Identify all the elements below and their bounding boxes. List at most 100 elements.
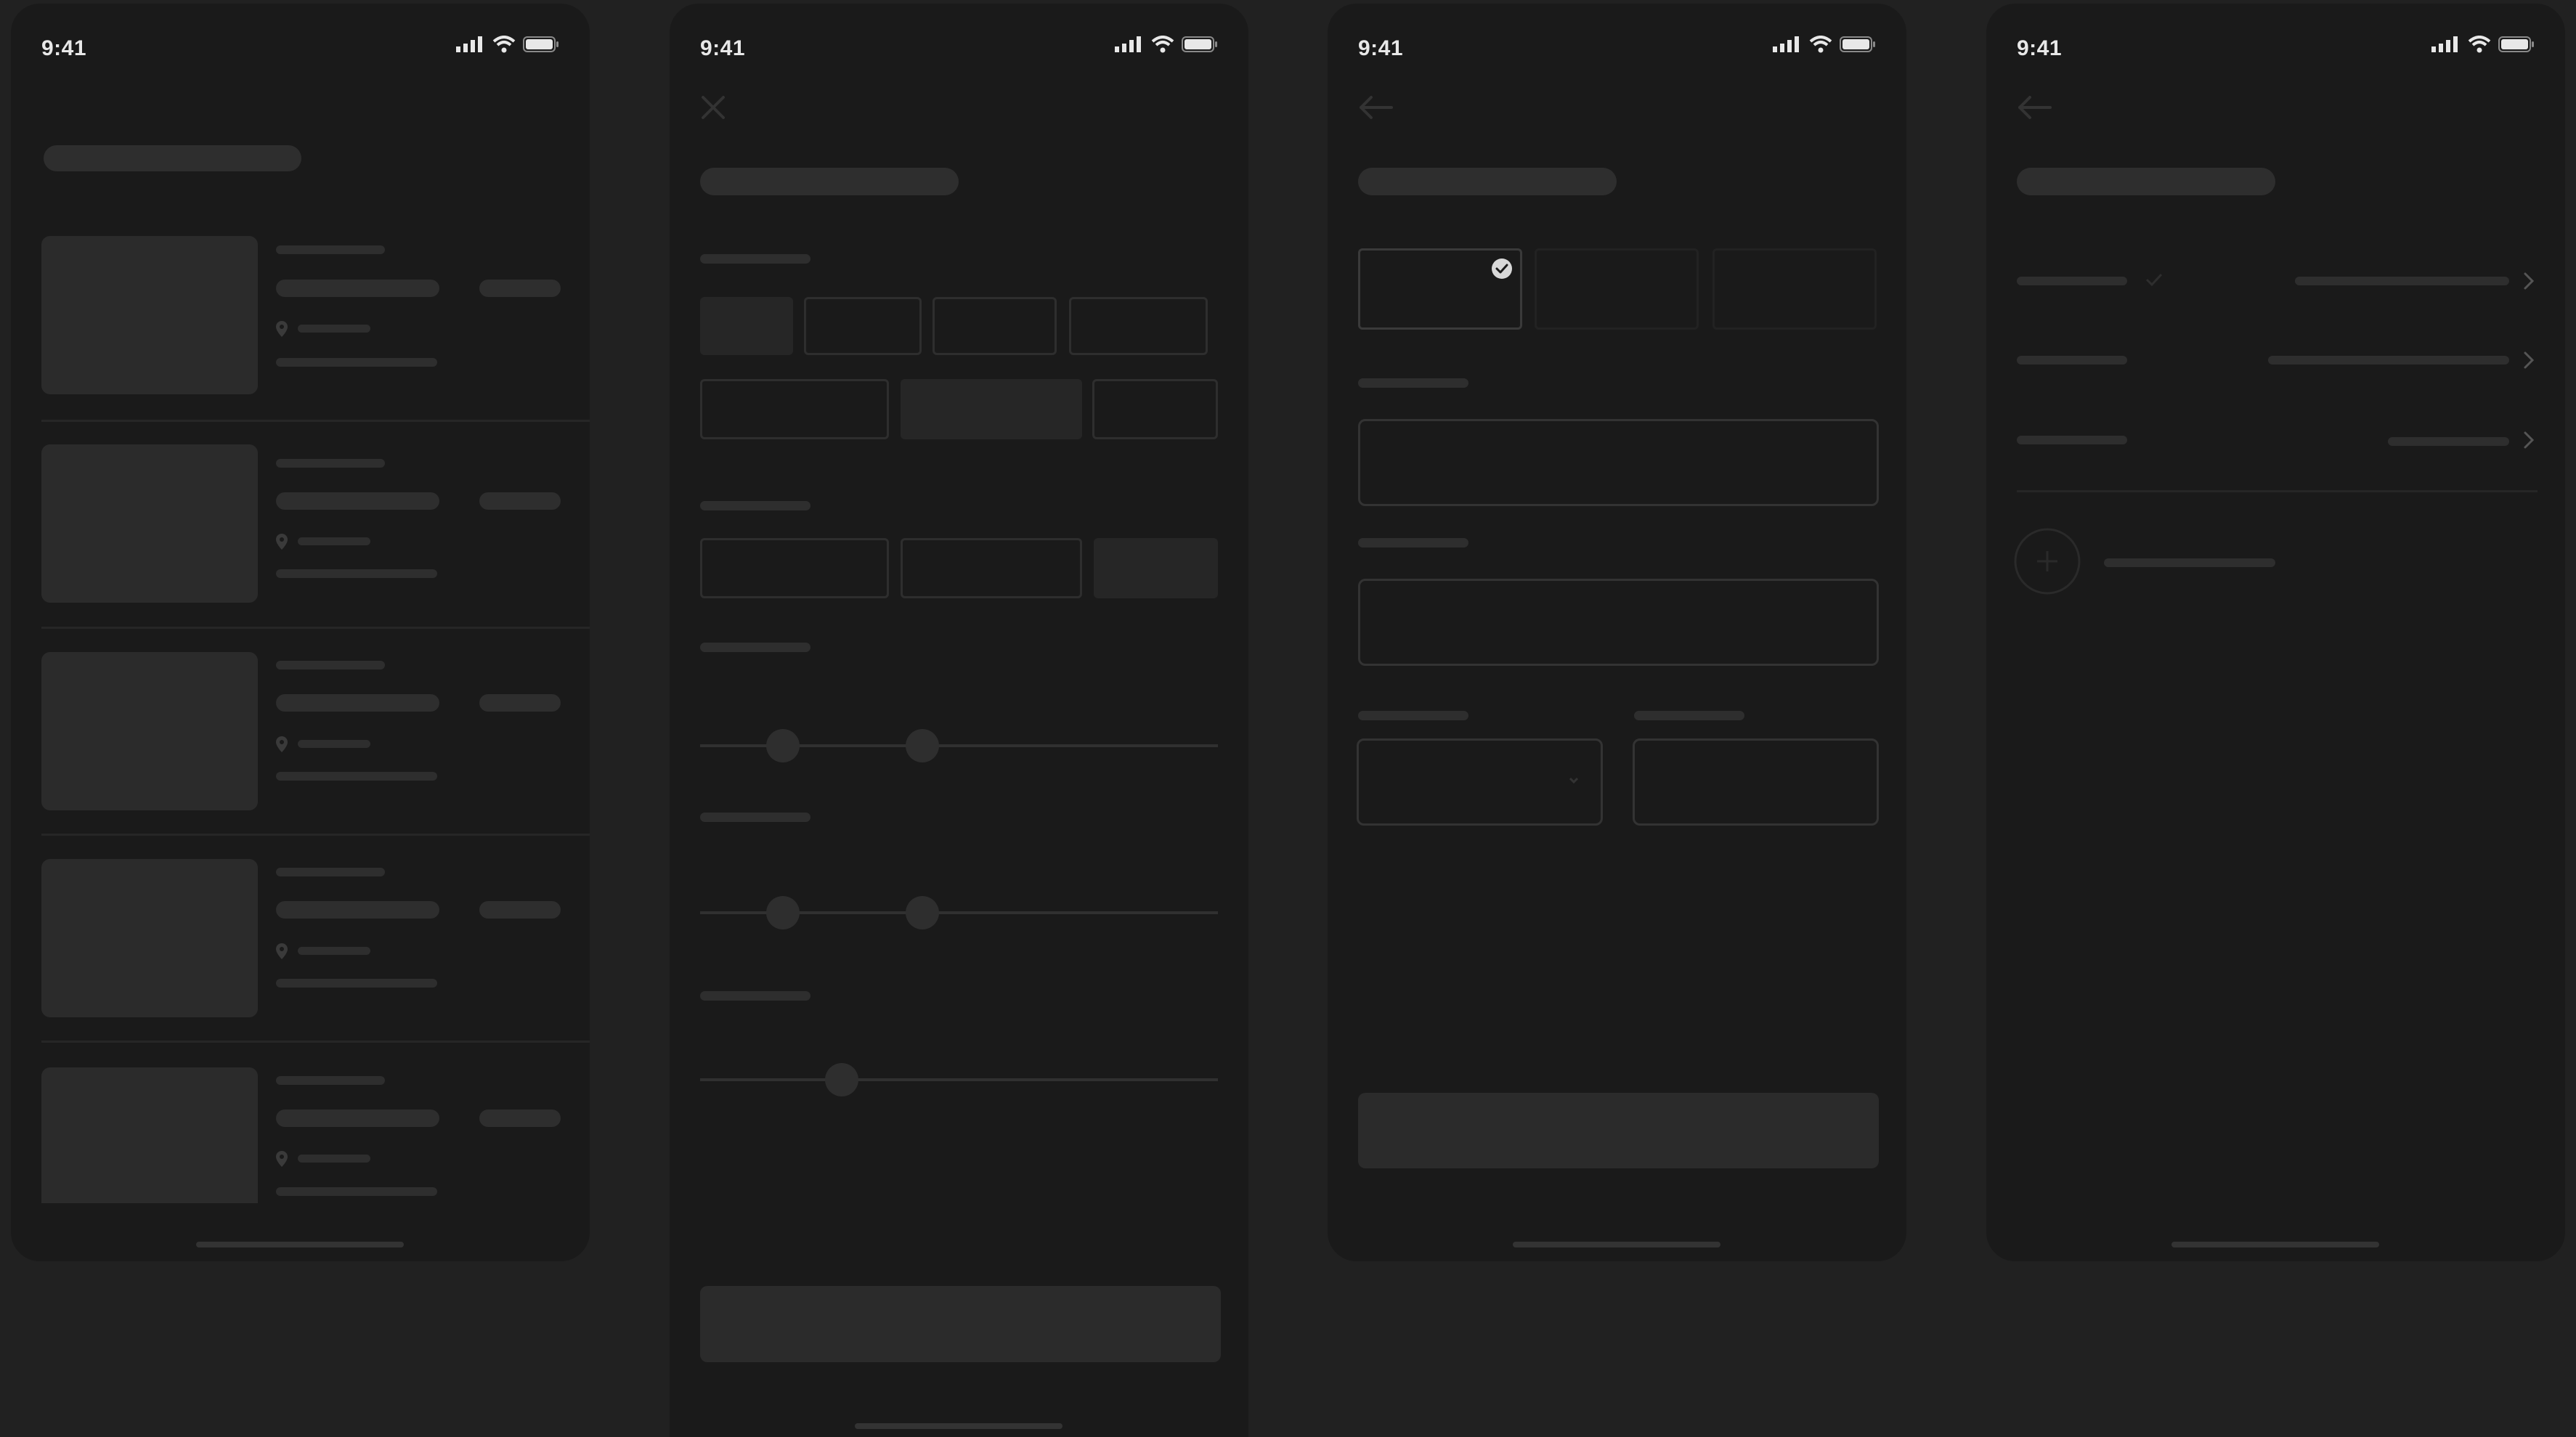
slider-track bbox=[700, 1078, 1218, 1081]
apply-button[interactable] bbox=[700, 1286, 1221, 1362]
location-pin-icon bbox=[276, 736, 288, 752]
option-chip-selected[interactable] bbox=[901, 379, 1082, 439]
option-chip-selected[interactable] bbox=[700, 297, 793, 355]
chevron-right-icon bbox=[2524, 272, 2535, 290]
plus-icon[interactable] bbox=[2014, 528, 2081, 595]
option-chip[interactable] bbox=[933, 297, 1057, 355]
section-label-placeholder bbox=[700, 254, 810, 264]
text-field[interactable] bbox=[1633, 738, 1879, 826]
add-label-placeholder bbox=[2104, 558, 2275, 567]
option-chip[interactable] bbox=[1092, 379, 1218, 439]
location-placeholder bbox=[298, 1155, 370, 1163]
thumbnail-placeholder bbox=[41, 652, 258, 810]
status-time: 9:41 bbox=[2017, 36, 2063, 60]
text-line-placeholder bbox=[276, 868, 385, 876]
text-field[interactable] bbox=[1358, 579, 1879, 666]
signal-icon bbox=[456, 36, 482, 52]
field-label-placeholder bbox=[1634, 711, 1744, 720]
location-placeholder bbox=[298, 325, 370, 333]
home-indicator bbox=[1513, 1242, 1720, 1247]
select-field[interactable] bbox=[1357, 738, 1603, 826]
text-line-placeholder bbox=[276, 979, 437, 988]
row-value-placeholder bbox=[2295, 277, 2509, 285]
thumbnail-placeholder bbox=[41, 1067, 258, 1203]
option-card[interactable] bbox=[1712, 248, 1877, 330]
screen-settings: 9:41 bbox=[1986, 4, 2565, 1261]
status-time: 9:41 bbox=[1358, 36, 1404, 60]
thumbnail-placeholder bbox=[41, 236, 258, 394]
slider-handle[interactable] bbox=[825, 1063, 858, 1096]
location-placeholder bbox=[298, 947, 370, 955]
option-card-selected[interactable] bbox=[1358, 248, 1522, 330]
option-chip[interactable] bbox=[901, 538, 1082, 598]
battery-icon bbox=[1182, 36, 1217, 52]
text-line-placeholder bbox=[276, 772, 437, 781]
text-field[interactable] bbox=[1358, 419, 1879, 506]
slider-handle[interactable] bbox=[766, 896, 800, 929]
option-chip-selected[interactable] bbox=[1094, 538, 1218, 598]
signal-icon bbox=[1115, 36, 1141, 52]
text-line-placeholder bbox=[276, 459, 385, 468]
status-time: 9:41 bbox=[700, 36, 746, 60]
row-label-placeholder bbox=[2017, 436, 2127, 444]
option-chip[interactable] bbox=[700, 538, 889, 598]
text-line-placeholder bbox=[276, 245, 385, 254]
signal-icon bbox=[2431, 36, 2458, 52]
wifi-icon bbox=[492, 36, 516, 53]
slider-handle[interactable] bbox=[906, 896, 939, 929]
chevron-down-icon bbox=[1569, 777, 1579, 784]
location-placeholder bbox=[298, 537, 370, 545]
location-pin-icon bbox=[276, 943, 288, 959]
text-line-placeholder bbox=[276, 661, 385, 669]
row-label-placeholder bbox=[2017, 356, 2127, 365]
field-label-placeholder bbox=[1358, 538, 1468, 547]
battery-icon bbox=[2498, 36, 2534, 52]
slider-handle[interactable] bbox=[906, 729, 939, 762]
title-placeholder bbox=[276, 694, 439, 712]
wifi-icon bbox=[2468, 36, 2491, 53]
wifi-icon bbox=[1151, 36, 1174, 53]
text-line-placeholder bbox=[276, 1076, 385, 1085]
back-arrow-icon[interactable] bbox=[2017, 94, 2052, 121]
section-label-placeholder bbox=[700, 991, 810, 1001]
text-line-placeholder bbox=[276, 358, 437, 367]
status-bar: 9:41 bbox=[1328, 4, 1906, 84]
slider-handle[interactable] bbox=[766, 729, 800, 762]
wifi-icon bbox=[1809, 36, 1832, 53]
section-label-placeholder bbox=[700, 643, 810, 652]
price-placeholder bbox=[479, 901, 561, 919]
option-chip[interactable] bbox=[1069, 297, 1208, 355]
submit-button[interactable] bbox=[1358, 1093, 1879, 1168]
title-placeholder bbox=[276, 1110, 439, 1127]
location-placeholder bbox=[298, 740, 370, 748]
screen-list: 9:41 bbox=[11, 4, 590, 1261]
option-chip[interactable] bbox=[804, 297, 922, 355]
option-chip[interactable] bbox=[700, 379, 889, 439]
field-label-placeholder bbox=[1358, 378, 1468, 388]
page-title-placeholder bbox=[700, 168, 959, 195]
battery-icon bbox=[1840, 36, 1875, 52]
page-title-placeholder bbox=[44, 145, 301, 171]
section-label-placeholder bbox=[700, 813, 810, 822]
thumbnail-placeholder bbox=[41, 859, 258, 1017]
page-title-placeholder bbox=[2017, 168, 2275, 195]
status-bar: 9:41 bbox=[670, 4, 1248, 84]
signal-icon bbox=[1773, 36, 1799, 52]
screen-filters: 9:41 bbox=[670, 4, 1248, 1437]
divider bbox=[41, 420, 590, 422]
row-label-placeholder bbox=[2017, 277, 2127, 285]
option-card[interactable] bbox=[1535, 248, 1699, 330]
divider bbox=[41, 627, 590, 629]
chevron-right-icon bbox=[2524, 351, 2535, 369]
back-arrow-icon[interactable] bbox=[1358, 94, 1393, 121]
location-pin-icon bbox=[276, 534, 288, 550]
home-indicator bbox=[196, 1242, 404, 1247]
price-placeholder bbox=[479, 280, 561, 297]
chevron-right-icon bbox=[2524, 431, 2535, 449]
thumbnail-placeholder bbox=[41, 444, 258, 603]
price-placeholder bbox=[479, 1110, 561, 1127]
price-placeholder bbox=[479, 492, 561, 510]
home-indicator bbox=[2171, 1242, 2379, 1247]
close-icon[interactable] bbox=[700, 94, 726, 121]
title-placeholder bbox=[276, 901, 439, 919]
